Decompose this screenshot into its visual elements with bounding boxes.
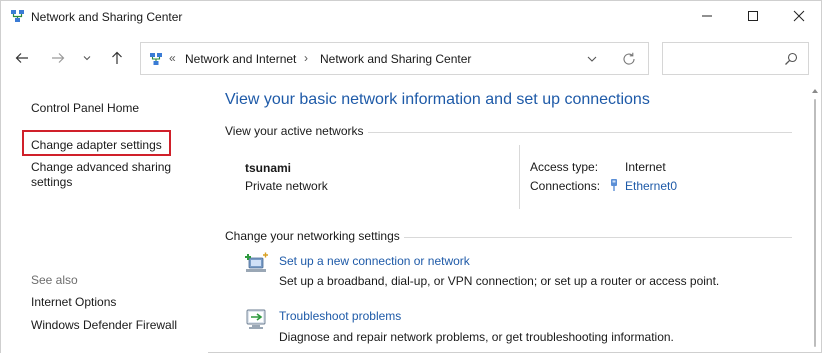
- close-button[interactable]: [776, 1, 822, 31]
- troubleshoot-icon: [246, 309, 266, 329]
- arrow-right-icon: [52, 53, 65, 63]
- window-title: Network and Sharing Center: [31, 10, 183, 24]
- maximize-button[interactable]: [730, 1, 776, 31]
- up-button[interactable]: [106, 47, 128, 69]
- recent-locations-button[interactable]: [79, 47, 95, 69]
- left-task-pane: Control Panel Home Change adapter settin…: [1, 85, 208, 353]
- change-advanced-sharing-link[interactable]: Change advanced sharing settings: [31, 160, 191, 190]
- troubleshoot-problems-link[interactable]: Troubleshoot problems: [279, 309, 401, 323]
- search-icon: [785, 52, 798, 65]
- setup-new-connection-link[interactable]: Set up a new connection or network: [279, 254, 470, 268]
- new-connection-icon: [245, 252, 268, 272]
- scroll-up-icon[interactable]: [811, 87, 819, 95]
- control-panel-home-link[interactable]: Control Panel Home: [31, 101, 139, 116]
- refresh-icon[interactable]: [621, 51, 637, 67]
- maximize-icon: [748, 11, 758, 21]
- see-also-heading: See also: [31, 273, 78, 287]
- section-divider: [404, 237, 792, 238]
- close-icon: [793, 10, 805, 22]
- breadcrumb-separator[interactable]: ›: [304, 51, 308, 65]
- back-button[interactable]: [11, 47, 33, 69]
- access-type-value: Internet: [625, 160, 666, 174]
- ethernet-icon: [611, 179, 617, 191]
- forward-button[interactable]: [47, 47, 69, 69]
- breadcrumb-network-and-internet[interactable]: Network and Internet: [185, 52, 296, 66]
- network-center-icon: [11, 10, 24, 22]
- title-bar[interactable]: Network and Sharing Center: [1, 1, 821, 33]
- page-title: View your basic network information and …: [225, 91, 650, 108]
- connections-label: Connections:: [530, 179, 601, 193]
- address-bar[interactable]: « Network and Internet › Network and Sha…: [140, 42, 649, 75]
- search-input[interactable]: [662, 42, 809, 75]
- network-center-icon: [150, 53, 162, 65]
- vertical-scrollbar[interactable]: [809, 85, 821, 353]
- arrow-left-icon: [15, 53, 28, 63]
- change-adapter-settings-link[interactable]: Change adapter settings: [31, 138, 162, 153]
- arrow-up-icon: [112, 51, 122, 64]
- minimize-icon: [702, 15, 712, 17]
- internet-options-link[interactable]: Internet Options: [31, 295, 116, 310]
- troubleshoot-problems-description: Diagnose and repair network problems, or…: [279, 330, 674, 344]
- navigation-bar: « Network and Internet › Network and Sha…: [1, 39, 821, 79]
- setup-new-connection-description: Set up a broadband, dial-up, or VPN conn…: [279, 274, 720, 288]
- ethernet-connection-link[interactable]: Ethernet0: [625, 179, 677, 193]
- access-type-label: Access type:: [530, 160, 599, 174]
- breadcrumb-network-sharing-center[interactable]: Network and Sharing Center: [320, 52, 471, 66]
- network-category: Private network: [245, 179, 328, 193]
- network-name: tsunami: [245, 161, 292, 175]
- minimize-button[interactable]: [684, 1, 730, 31]
- active-networks-heading: View your active networks: [225, 124, 364, 138]
- section-divider: [368, 132, 792, 133]
- scrollbar-thumb[interactable]: [814, 99, 816, 347]
- chevron-down-icon[interactable]: [585, 52, 599, 66]
- defender-firewall-link[interactable]: Windows Defender Firewall: [31, 318, 177, 333]
- breadcrumb-overflow[interactable]: «: [169, 51, 176, 65]
- change-settings-heading: Change your networking settings: [225, 229, 400, 243]
- network-sharing-center-window: Network and Sharing Center « Network and…: [0, 0, 822, 353]
- chevron-down-icon: [83, 56, 91, 61]
- vertical-divider: [519, 145, 520, 209]
- main-content: View your basic network information and …: [208, 85, 808, 353]
